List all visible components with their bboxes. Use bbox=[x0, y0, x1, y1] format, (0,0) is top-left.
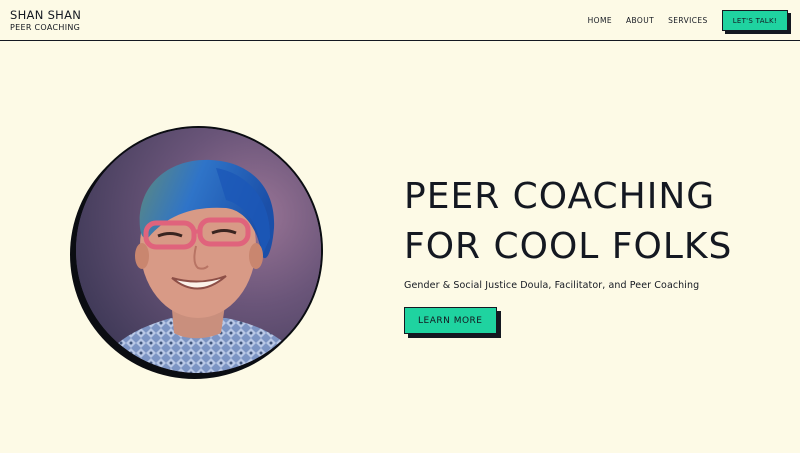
hero-section: PEER COACHING FOR COOL FOLKS Gender & So… bbox=[404, 172, 732, 334]
portrait-illustration bbox=[76, 128, 321, 373]
portrait-photo bbox=[74, 126, 323, 375]
portrait-frame bbox=[70, 126, 323, 379]
learn-more-button[interactable]: LEARN MORE bbox=[404, 307, 497, 334]
lets-talk-button[interactable]: LET'S TALK! bbox=[721, 9, 788, 31]
site-header: SHAN SHAN PEER COACHING HOME ABOUT SERVI… bbox=[0, 0, 800, 41]
brand-tagline: PEER COACHING bbox=[10, 23, 81, 32]
nav-home-link[interactable]: HOME bbox=[588, 16, 612, 25]
nav-about-link[interactable]: ABOUT bbox=[626, 16, 654, 25]
brand-logo[interactable]: SHAN SHAN PEER COACHING bbox=[10, 9, 81, 33]
hero-subtitle: Gender & Social Justice Doula, Facilitat… bbox=[404, 280, 700, 291]
nav-services-link[interactable]: SERVICES bbox=[668, 16, 708, 25]
main-nav: HOME ABOUT SERVICES LET'S TALK! bbox=[574, 0, 788, 40]
hero-title-line-1: PEER COACHING bbox=[404, 176, 716, 217]
brand-name: SHAN SHAN bbox=[10, 8, 82, 22]
hero-title-line-2: FOR COOL FOLKS bbox=[404, 226, 733, 267]
